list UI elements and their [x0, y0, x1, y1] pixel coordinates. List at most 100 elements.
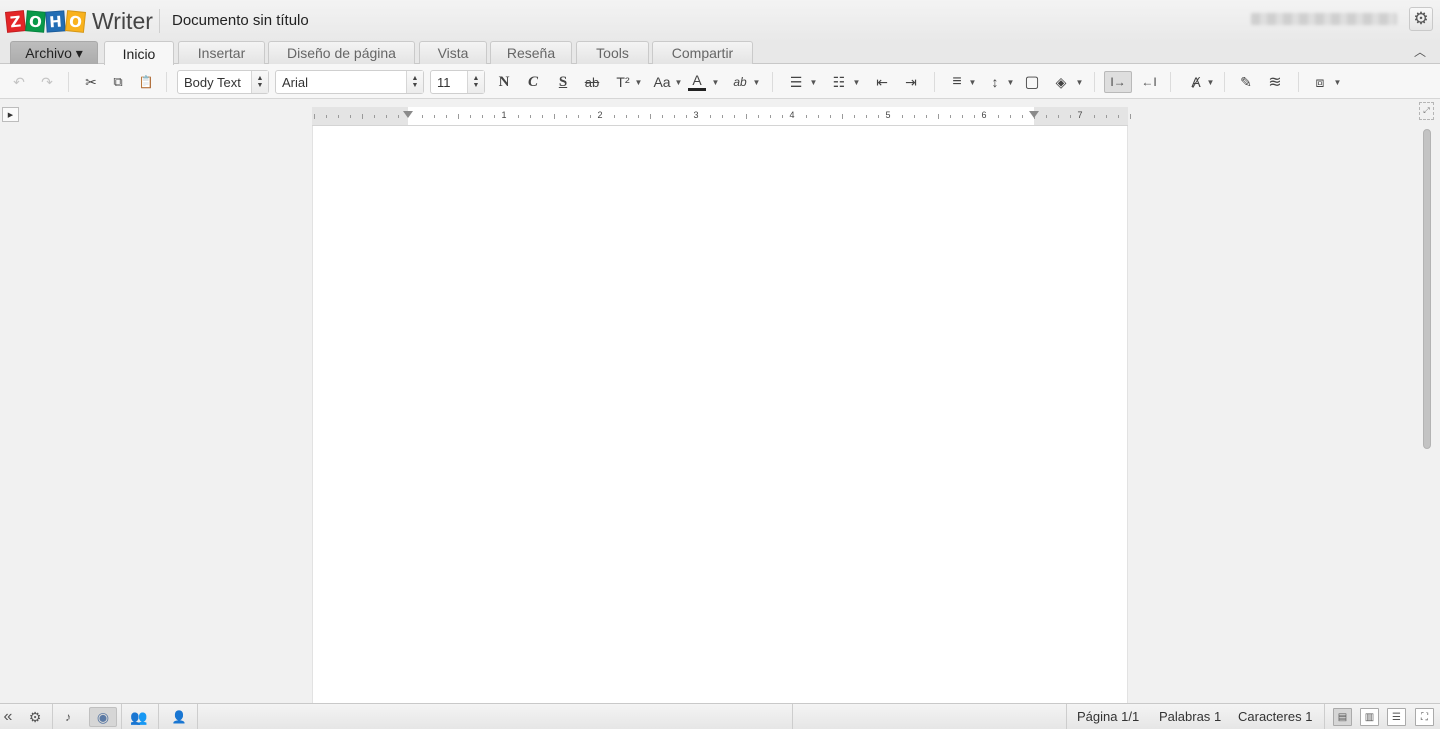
fill-color-icon[interactable]: ◈ — [1051, 71, 1071, 93]
horizontal-ruler[interactable]: 1 2 3 4 5 6 7 — [312, 107, 1131, 126]
tab-resena[interactable]: Reseña — [490, 41, 572, 64]
fill-color-caret-icon[interactable]: ▼ — [1074, 71, 1084, 93]
tab-insertar[interactable]: Insertar — [178, 41, 265, 64]
side-panel-toggle-icon[interactable]: ▶ — [2, 107, 19, 122]
superscript-button[interactable]: T² — [613, 71, 633, 93]
bold-button[interactable]: N — [494, 71, 514, 93]
full-width-view-icon[interactable]: ☰ — [1387, 708, 1406, 726]
ruler-tick — [566, 115, 567, 118]
tab-vista[interactable]: Vista — [419, 41, 487, 64]
highlight-caret-icon[interactable]: ▼ — [751, 71, 761, 93]
cut-icon[interactable]: ✂ — [82, 71, 100, 93]
ruler-tick — [374, 115, 375, 118]
format-painter-icon[interactable]: ✎ — [1236, 71, 1256, 93]
underline-button[interactable]: S — [553, 71, 573, 93]
character-count[interactable]: Caracteres 1 — [1238, 709, 1312, 724]
increase-indent-icon[interactable]: ⇥ — [901, 71, 921, 93]
settings-gear-icon[interactable]: ⚙ — [1409, 7, 1433, 31]
ruler-tick — [422, 115, 423, 118]
word-count[interactable]: Palabras 1 — [1159, 709, 1221, 724]
print-layout-view-icon[interactable]: ▤ — [1333, 708, 1352, 726]
toolbar-divider — [1170, 72, 1171, 92]
ruler-tick — [1022, 115, 1023, 118]
paste-icon[interactable]: 📋 — [136, 71, 156, 93]
rtl-text-direction-icon[interactable]: ←I — [1137, 71, 1161, 93]
zoho-writer-logo[interactable]: Z O H O Writer — [4, 8, 153, 34]
user-account-name[interactable] — [1251, 13, 1397, 25]
tab-archivo[interactable]: Archivo ▾ — [10, 41, 98, 64]
user-icon[interactable]: 👤 — [168, 707, 190, 727]
bulleted-list-icon[interactable]: ☰ — [786, 71, 806, 93]
document-title[interactable]: Documento sin título — [172, 12, 309, 29]
align-left-icon[interactable]: ≡ — [947, 71, 967, 93]
select-arrows-icon: ▲ ▼ — [467, 71, 484, 93]
bulleted-list-caret-icon[interactable]: ▼ — [808, 71, 818, 93]
superscript-dropdown-caret-icon[interactable]: ▼ — [633, 71, 643, 93]
tab-tools[interactable]: Tools — [576, 41, 649, 64]
collapse-panel-icon[interactable]: « — [0, 707, 16, 727]
ruler-tick — [866, 115, 867, 118]
ruler-tick — [962, 115, 963, 118]
left-indent-marker[interactable] — [403, 111, 413, 118]
change-case-button[interactable]: Aa — [651, 71, 673, 93]
toolbar-divider — [934, 72, 935, 92]
ltr-text-direction-icon[interactable]: I→ — [1104, 71, 1132, 93]
ruler-tick — [470, 115, 471, 118]
paragraph-style-select[interactable]: Body Text ▲ ▼ — [177, 70, 269, 94]
collaborators-icon[interactable]: 👥 — [128, 707, 150, 727]
ruler-tick — [542, 115, 543, 118]
web-layout-view-icon[interactable]: ▥ — [1360, 708, 1379, 726]
toolbar-divider — [1094, 72, 1095, 92]
font-color-caret-icon[interactable]: ▼ — [710, 71, 720, 93]
decrease-indent-icon[interactable]: ⇤ — [872, 71, 892, 93]
font-size-select[interactable]: 11 ▲ ▼ — [430, 70, 485, 94]
ruler-tick — [950, 115, 951, 118]
ruler-number: 6 — [981, 110, 987, 120]
line-spacing-caret-icon[interactable]: ▼ — [1005, 71, 1015, 93]
ruler-tick — [974, 115, 975, 118]
collapse-ribbon-chevron-up-icon[interactable]: ︿ — [1414, 43, 1426, 60]
align-caret-icon[interactable]: ▼ — [967, 71, 977, 93]
ruler-tick — [482, 115, 483, 118]
chat-icon[interactable]: ◉ — [89, 707, 117, 727]
line-spacing-icon[interactable]: ↕ — [985, 71, 1005, 93]
ruler-tick — [926, 115, 927, 118]
copy-icon[interactable]: ⧉ — [109, 71, 127, 93]
font-family-select[interactable]: Arial ▲ ▼ — [275, 70, 424, 94]
fit-page-icon[interactable]: ⤢ — [1419, 102, 1434, 120]
change-case-caret-icon[interactable]: ▼ — [673, 71, 683, 93]
character-count-label: Caracteres — [1238, 709, 1302, 724]
tab-diseno-de-pagina[interactable]: Diseño de página — [268, 41, 415, 64]
right-indent-marker[interactable] — [1029, 111, 1039, 118]
fullscreen-icon[interactable]: ⛶ — [1415, 708, 1434, 726]
undo-icon[interactable]: ↶ — [10, 71, 28, 93]
settings-cog-icon[interactable]: ⚙ — [24, 707, 46, 727]
ruler-number: 4 — [789, 110, 795, 120]
ruler-tick — [1046, 115, 1047, 118]
notifications-bell-icon[interactable]: ♪ — [58, 707, 78, 727]
ruler-tick — [350, 115, 351, 118]
italic-button[interactable]: C — [523, 71, 543, 93]
toolbar-divider — [1224, 72, 1225, 92]
clear-formatting-caret-icon[interactable]: ▼ — [1205, 71, 1215, 93]
tab-compartir[interactable]: Compartir — [652, 41, 753, 64]
logo-letter-o2: O — [64, 9, 87, 33]
scrollbar-thumb[interactable] — [1423, 129, 1431, 449]
document-page[interactable] — [312, 126, 1128, 703]
font-color-button[interactable]: A — [688, 71, 706, 91]
borders-icon[interactable]: ▢ — [1022, 71, 1042, 93]
select-arrows-icon: ▲ ▼ — [406, 71, 423, 93]
tab-inicio[interactable]: Inicio — [104, 41, 174, 65]
numbered-list-icon[interactable]: ☷ — [829, 71, 849, 93]
styles-icon[interactable]: ≋ — [1265, 71, 1285, 93]
ruler-tick — [818, 115, 819, 118]
plugins-icon[interactable]: ⧈ — [1310, 71, 1330, 93]
vertical-scrollbar[interactable] — [1420, 127, 1434, 703]
clear-formatting-icon[interactable]: Ⱥ — [1186, 71, 1206, 93]
numbered-list-caret-icon[interactable]: ▼ — [851, 71, 861, 93]
highlight-button[interactable]: ab — [730, 71, 750, 93]
redo-icon[interactable]: ↷ — [38, 71, 56, 93]
plugins-caret-icon[interactable]: ▼ — [1332, 71, 1342, 93]
strikethrough-button[interactable]: ab — [582, 71, 602, 93]
ruler-tick — [518, 115, 519, 118]
